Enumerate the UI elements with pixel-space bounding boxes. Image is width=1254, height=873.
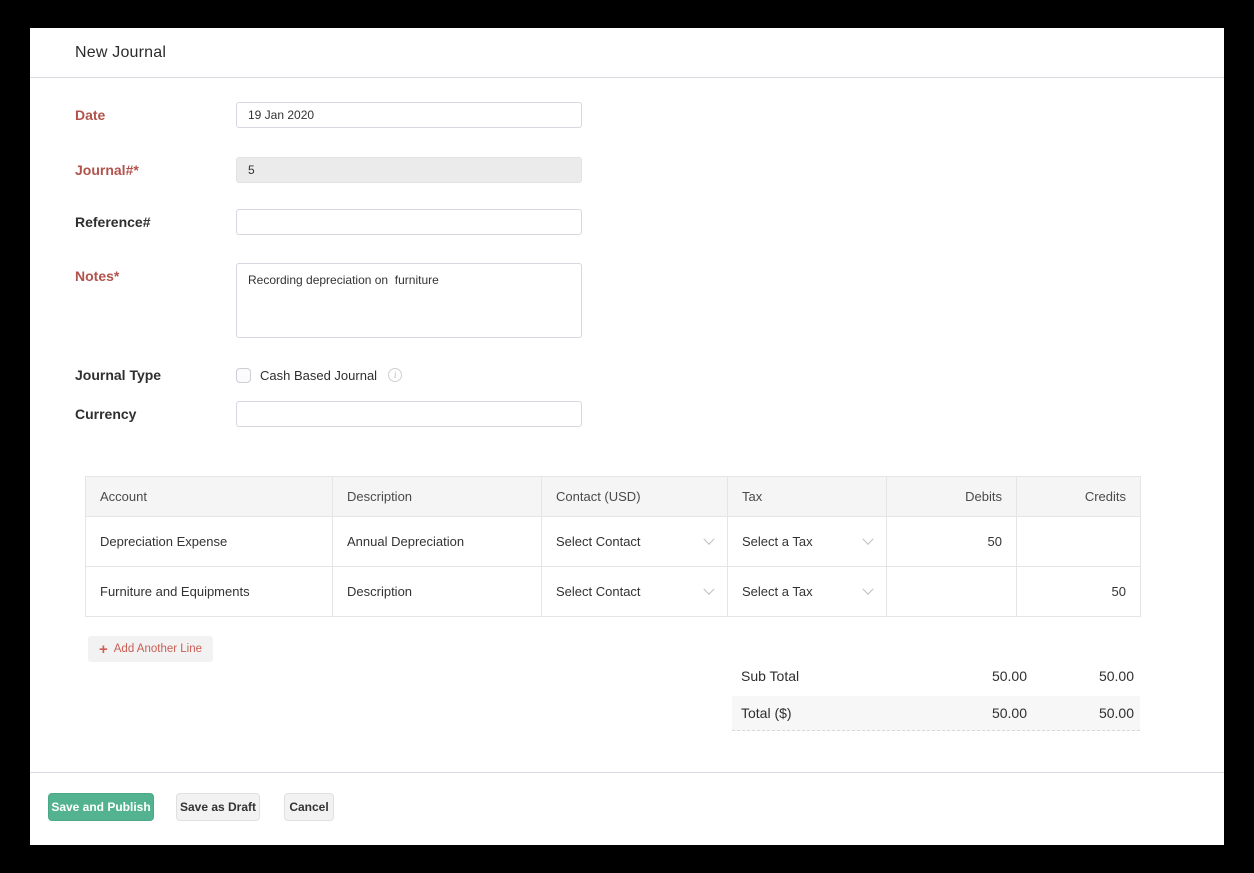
total-label: Total ($) (741, 705, 920, 721)
notes-label: Notes* (75, 263, 230, 289)
column-header-contact: Contact (USD) (542, 477, 728, 517)
journal-number-input (236, 157, 582, 183)
notes-textarea[interactable]: Recording depreciation on furniture (236, 263, 582, 338)
chevron-down-icon (862, 533, 873, 544)
subtotal-debits: 50.00 (920, 668, 1027, 684)
table-header-row: Account Description Contact (USD) Tax De… (86, 477, 1141, 517)
credits-cell[interactable]: 50 (1017, 567, 1141, 617)
currency-input[interactable] (236, 401, 582, 427)
new-journal-panel: New Journal Date Journal#* Reference# No… (30, 28, 1224, 845)
tax-select-value: Select a Tax (742, 584, 813, 599)
column-header-tax: Tax (728, 477, 887, 517)
journal-type-label: Journal Type (75, 362, 230, 388)
journal-type-row: Cash Based Journal i (236, 362, 402, 388)
date-input[interactable] (236, 102, 582, 128)
description-cell[interactable]: Description (333, 567, 542, 617)
currency-label: Currency (75, 401, 230, 427)
journal-number-label: Journal#* (75, 157, 230, 183)
chevron-down-icon (862, 583, 873, 594)
contact-select[interactable]: Select Contact (542, 567, 728, 617)
column-header-description: Description (333, 477, 542, 517)
info-icon[interactable]: i (388, 368, 402, 382)
save-as-draft-button[interactable]: Save as Draft (176, 793, 260, 821)
reference-input[interactable] (236, 209, 582, 235)
totals-section: Sub Total 50.00 50.00 Total ($) 50.00 50… (732, 655, 1140, 731)
save-and-publish-button[interactable]: Save and Publish (48, 793, 154, 821)
add-another-line-button[interactable]: + Add Another Line (88, 636, 213, 662)
contact-select[interactable]: Select Contact (542, 517, 728, 567)
contact-select-value: Select Contact (556, 534, 641, 549)
debits-cell[interactable]: 50 (887, 517, 1017, 567)
column-header-credits: Credits (1017, 477, 1141, 517)
page-title: New Journal (75, 28, 166, 77)
cash-based-checkbox-label: Cash Based Journal (260, 368, 377, 383)
date-label: Date (75, 102, 230, 128)
table-row: Furniture and Equipments Description Sel… (86, 567, 1141, 617)
subtotal-row: Sub Total 50.00 50.00 (732, 655, 1140, 696)
contact-select-value: Select Contact (556, 584, 641, 599)
total-row: Total ($) 50.00 50.00 (732, 696, 1140, 731)
add-another-line-label: Add Another Line (114, 643, 202, 655)
total-credits: 50.00 (1027, 705, 1134, 721)
footer-divider (30, 772, 1224, 773)
column-header-debits: Debits (887, 477, 1017, 517)
tax-select-value: Select a Tax (742, 534, 813, 549)
chevron-down-icon (703, 583, 714, 594)
plus-icon: + (99, 642, 108, 657)
tax-select[interactable]: Select a Tax (728, 567, 887, 617)
cancel-button[interactable]: Cancel (284, 793, 334, 821)
cash-based-checkbox[interactable] (236, 368, 251, 383)
line-items-table: Account Description Contact (USD) Tax De… (85, 476, 1141, 617)
table-row: Depreciation Expense Annual Depreciation… (86, 517, 1141, 567)
total-debits: 50.00 (920, 705, 1027, 721)
account-cell[interactable]: Furniture and Equipments (86, 567, 333, 617)
column-header-account: Account (86, 477, 333, 517)
credits-cell[interactable] (1017, 517, 1141, 567)
panel-header: New Journal (30, 28, 1224, 78)
reference-label: Reference# (75, 209, 230, 235)
tax-select[interactable]: Select a Tax (728, 517, 887, 567)
subtotal-label: Sub Total (741, 668, 920, 684)
account-cell[interactable]: Depreciation Expense (86, 517, 333, 567)
subtotal-credits: 50.00 (1027, 668, 1134, 684)
debits-cell[interactable] (887, 567, 1017, 617)
description-cell[interactable]: Annual Depreciation (333, 517, 542, 567)
chevron-down-icon (703, 533, 714, 544)
